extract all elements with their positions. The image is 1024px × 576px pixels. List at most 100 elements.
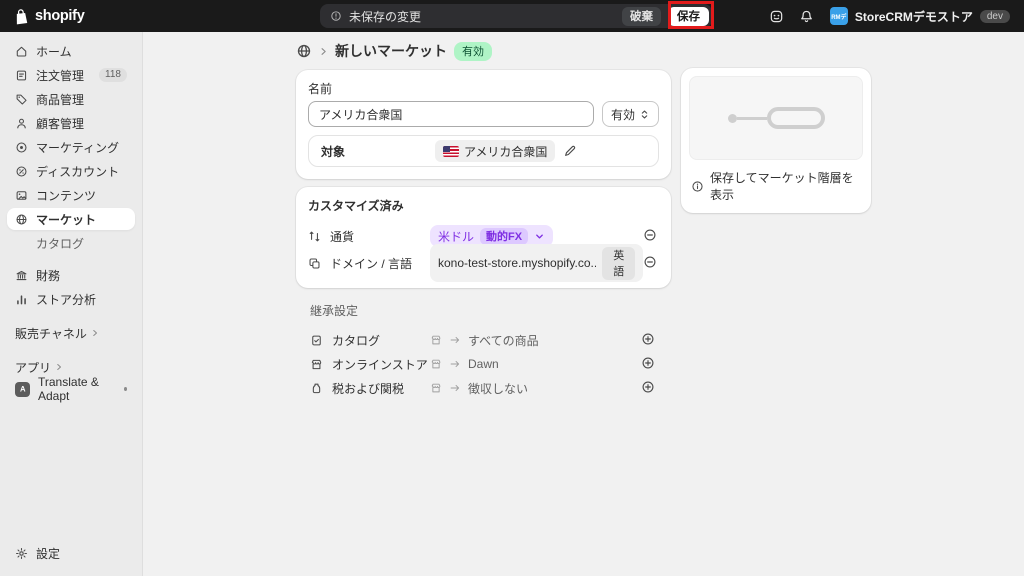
sidekick-icon (769, 9, 784, 24)
sidebar-item-markets[interactable]: マーケット (7, 208, 135, 230)
shopify-logo[interactable]: shopify (12, 0, 84, 32)
sidebar-item-label: マーケティング (36, 139, 119, 156)
target-label: 対象 (321, 143, 435, 160)
domain-value: kono-test-store.myshopify.co... (438, 256, 596, 270)
minus-circle-icon (643, 228, 657, 242)
tax-label: 税および関税 (332, 380, 404, 397)
market-name-input[interactable] (308, 101, 594, 127)
domain-language-label: ドメイン / 言語 (330, 255, 412, 272)
sidebar-item-label: 設定 (36, 545, 60, 562)
remove-domain-button[interactable] (643, 255, 659, 271)
target-icon (15, 141, 28, 154)
content-icon (15, 189, 28, 202)
sidebar-item-label: ストア分析 (36, 291, 96, 308)
sidebar-item-settings[interactable]: 設定 (7, 542, 135, 564)
currency-exchange-icon (308, 230, 321, 243)
sidebar-item-translate-adapt[interactable]: Translate & Adapt (7, 378, 135, 400)
currency-value: 米ドル (438, 228, 474, 245)
page-header: 新しいマーケット 有効 (296, 40, 671, 62)
inherited-settings: 継承設定 カタログ すべての商品 オンラインストア (296, 302, 671, 400)
sidebar-item-marketing[interactable]: マーケティング (7, 136, 135, 158)
status-badge: 有効 (454, 42, 492, 61)
orders-count-badge: 118 (99, 68, 127, 82)
sidebar-item-customers[interactable]: 顧客管理 (7, 112, 135, 134)
sidebar-item-label: 顧客管理 (36, 115, 84, 132)
discard-button[interactable]: 破棄 (622, 7, 661, 26)
sidebar-item-content[interactable]: コンテンツ (7, 184, 135, 206)
home-icon (15, 45, 28, 58)
sidebar-item-label: コンテンツ (36, 187, 96, 204)
remove-currency-button[interactable] (643, 228, 659, 244)
unsaved-changes-message: 未保存の変更 (349, 8, 421, 25)
sidebar-item-label: マーケット (36, 211, 96, 228)
discount-icon (15, 165, 28, 178)
bell-icon (799, 9, 814, 24)
storefront-mini-icon (430, 358, 442, 370)
domains-icon (308, 257, 321, 270)
customized-card: カスタマイズ済み 通貨 米ドル 動的FX ドメイン / 言語 (296, 187, 671, 288)
us-flag-icon (443, 146, 459, 157)
add-online-store-button[interactable] (641, 356, 657, 372)
sidebar-item-analytics[interactable]: ストア分析 (7, 288, 135, 310)
customized-title: カスタマイズ済み (308, 197, 659, 214)
sidebar: ホーム 注文管理 118 商品管理 顧客管理 マーケティング ディスカウント コ… (0, 32, 143, 576)
market-hierarchy-card: 保存してマーケット階層を表示 (681, 68, 871, 213)
translate-adapt-app-icon (15, 382, 30, 397)
market-name-card: 名前 有効 対象 アメリカ合衆国 (296, 70, 671, 179)
catalog-row: カタログ すべての商品 (310, 328, 657, 352)
markets-breadcrumb-icon[interactable] (296, 43, 312, 59)
orders-icon (15, 69, 28, 82)
section-label: 販売チャネル (15, 325, 87, 342)
store-avatar: RMデ (830, 7, 848, 25)
arrow-right-icon (449, 334, 461, 346)
hierarchy-caption-text: 保存してマーケット階層を表示 (710, 169, 861, 203)
catalog-value: すべての商品 (468, 332, 539, 349)
currency-label: 通貨 (330, 228, 354, 245)
name-field-label: 名前 (308, 80, 659, 97)
market-status-select[interactable]: 有効 (602, 101, 659, 127)
sidekick-assistant-button[interactable] (764, 4, 790, 28)
edit-target-button[interactable] (563, 144, 578, 159)
sidebar-item-discounts[interactable]: ディスカウント (7, 160, 135, 182)
chevron-down-icon (534, 231, 545, 242)
sidebar-item-finance[interactable]: 財務 (7, 264, 135, 286)
skeleton-node-dot (728, 114, 737, 123)
online-store-value: Dawn (468, 357, 499, 371)
topbar-right: RMデ StoreCRMデモストア dev (764, 0, 1016, 32)
hierarchy-placeholder (689, 76, 863, 160)
add-catalog-button[interactable] (641, 332, 657, 348)
sidebar-item-label: 財務 (36, 267, 60, 284)
sidebar-item-orders[interactable]: 注文管理 118 (7, 64, 135, 86)
alert-circle-icon (330, 10, 342, 22)
target-country-name: アメリカ合衆国 (464, 143, 547, 160)
save-button[interactable]: 保存 (668, 7, 709, 26)
tax-value: 徴収しない (468, 380, 528, 397)
sidebar-section-sales-channels[interactable]: 販売チャネル (7, 322, 135, 344)
pencil-icon (563, 144, 577, 158)
domain-value-pill[interactable]: kono-test-store.myshopify.co... 英語 (430, 244, 643, 282)
env-badge: dev (980, 10, 1010, 23)
plus-circle-icon (641, 380, 655, 394)
add-tax-button[interactable] (641, 380, 657, 396)
notifications-button[interactable] (794, 4, 820, 28)
skeleton-node-rect (767, 107, 825, 129)
bank-icon (15, 269, 28, 282)
target-country-pill[interactable]: アメリカ合衆国 (435, 140, 555, 162)
globe-icon (15, 213, 28, 226)
sidebar-item-catalogs[interactable]: カタログ (7, 232, 135, 254)
sidebar-item-products[interactable]: 商品管理 (7, 88, 135, 110)
breadcrumb-chevron-icon (319, 47, 328, 56)
online-store-label: オンラインストア (332, 356, 428, 373)
sidebar-item-home[interactable]: ホーム (7, 40, 135, 62)
inherited-title: 継承設定 (310, 302, 657, 319)
tax-icon (310, 382, 323, 395)
chevron-right-icon (55, 363, 63, 371)
language-badge: 英語 (602, 247, 635, 280)
dynamic-fx-badge: 動的FX (480, 228, 528, 245)
info-circle-icon (691, 180, 704, 193)
tag-icon (15, 93, 28, 106)
store-menu[interactable]: RMデ StoreCRMデモストア dev (824, 3, 1016, 29)
catalog-icon (310, 334, 323, 347)
page-title: 新しいマーケット (335, 41, 447, 61)
domain-language-row: ドメイン / 言語 kono-test-store.myshopify.co..… (308, 250, 659, 276)
